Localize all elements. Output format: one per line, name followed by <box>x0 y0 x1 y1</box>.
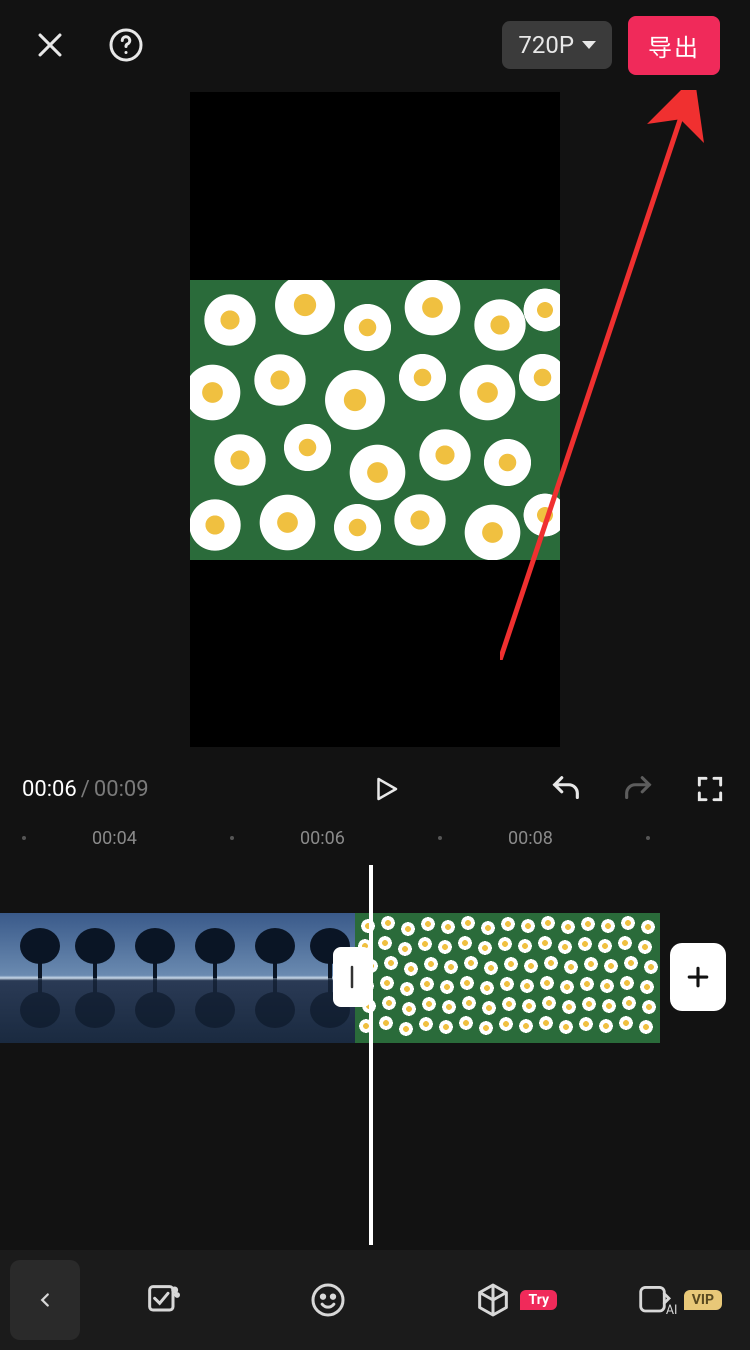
tool-stickers[interactable] <box>245 1280 410 1320</box>
chevron-down-icon <box>582 41 596 49</box>
ruler-tick: 00:04 <box>92 828 137 849</box>
redo-button[interactable] <box>620 771 656 807</box>
vip-badge: VIP <box>684 1290 722 1310</box>
tool-ai[interactable]: VIP AI <box>575 1280 740 1320</box>
fullscreen-button[interactable] <box>692 771 728 807</box>
resolution-label: 720P <box>518 31 574 59</box>
duration: 00:09 <box>94 777 149 802</box>
video-preview[interactable] <box>190 92 560 747</box>
tool-effects[interactable] <box>80 1280 245 1320</box>
ruler-tick: 00:08 <box>508 828 553 849</box>
clip-1[interactable] <box>0 913 355 1043</box>
back-button[interactable] <box>10 1260 80 1340</box>
transition-button[interactable] <box>333 947 371 1007</box>
close-icon[interactable] <box>30 25 70 65</box>
help-icon[interactable] <box>106 25 146 65</box>
tool-3d[interactable]: Try <box>410 1280 575 1320</box>
playback-controls: 00:06 / 00:09 <box>0 747 750 823</box>
bottom-toolbar: Try VIP AI <box>0 1250 750 1350</box>
time-display: 00:06 / 00:09 <box>22 777 149 802</box>
preview-frame <box>190 280 560 560</box>
ruler-tick: 00:06 <box>300 828 345 849</box>
export-button[interactable]: 导出 <box>628 16 720 75</box>
header-bar: 720P 导出 <box>0 0 750 90</box>
video-track <box>0 913 750 1043</box>
undo-button[interactable] <box>548 771 584 807</box>
add-clip-button[interactable] <box>670 943 726 1011</box>
play-button[interactable] <box>369 772 403 806</box>
current-time: 00:06 <box>22 777 77 802</box>
svg-text:AI: AI <box>665 1303 677 1318</box>
clip-2[interactable] <box>355 913 660 1043</box>
timeline[interactable] <box>0 865 750 1265</box>
try-badge: Try <box>520 1290 557 1310</box>
export-label: 导出 <box>648 34 700 62</box>
time-ruler[interactable]: 00:04 00:06 00:08 <box>0 823 750 853</box>
resolution-button[interactable]: 720P <box>502 21 612 69</box>
playhead[interactable] <box>369 865 373 1245</box>
